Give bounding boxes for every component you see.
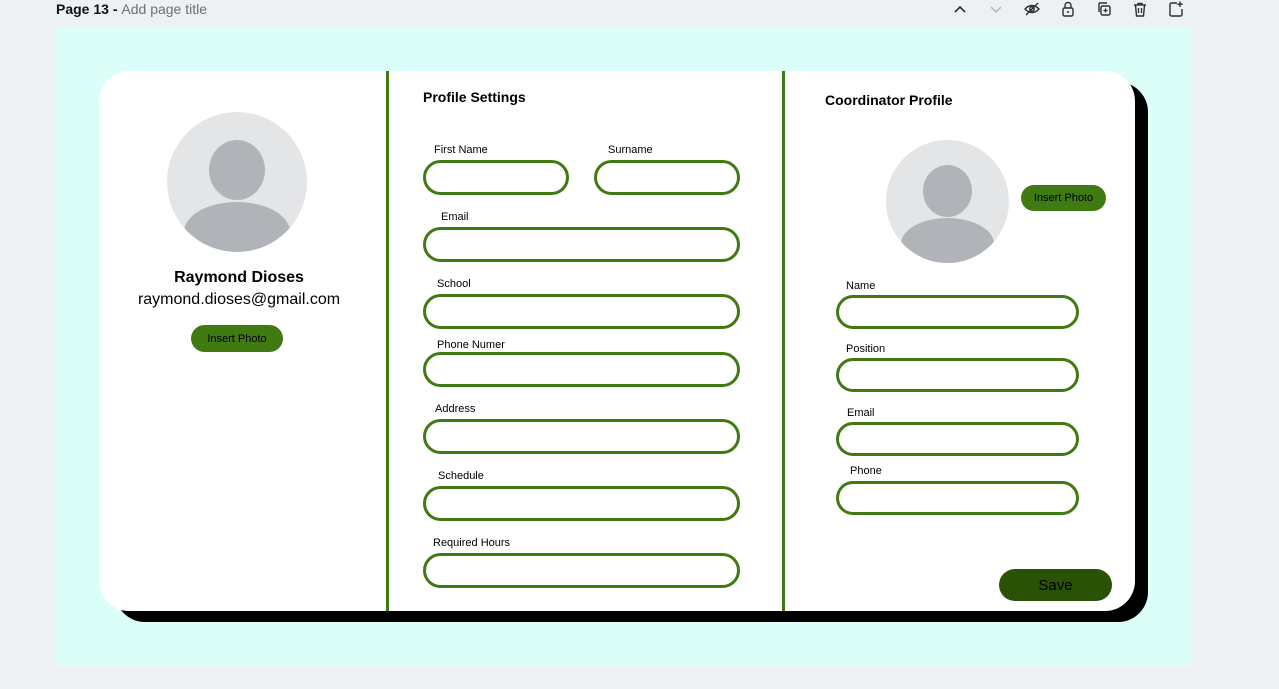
- schedule-label: Schedule: [438, 470, 484, 482]
- email-field[interactable]: [423, 227, 740, 262]
- required-hours-field[interactable]: [423, 553, 740, 588]
- avatar-body: [901, 218, 994, 263]
- coordinator-profile-heading: Coordinator Profile: [825, 92, 953, 108]
- email-label: Email: [441, 211, 469, 223]
- lock-page-button[interactable]: [1058, 0, 1078, 18]
- user-avatar: [167, 112, 307, 252]
- coordinator-email-label: Email: [847, 407, 875, 419]
- insert-photo-button[interactable]: Insert Photo: [191, 325, 283, 352]
- delete-page-button[interactable]: [1130, 0, 1150, 18]
- first-name-label: First Name: [434, 144, 488, 156]
- move-page-up-button[interactable]: [950, 0, 970, 18]
- duplicate-icon: [1098, 2, 1111, 16]
- coordinator-name-field[interactable]: [836, 295, 1079, 329]
- coordinator-name-label: Name: [846, 280, 876, 292]
- page-number: Page 13: [56, 1, 109, 17]
- avatar-body: [184, 202, 290, 252]
- coordinator-position-field[interactable]: [836, 358, 1079, 392]
- save-button[interactable]: Save: [999, 569, 1112, 601]
- page-title-input[interactable]: Add page title: [121, 1, 207, 17]
- page-title-separator: -: [108, 1, 122, 17]
- profile-settings-heading: Profile Settings: [423, 89, 526, 105]
- right-divider: [782, 71, 785, 611]
- surname-field[interactable]: [594, 160, 740, 195]
- page-header: Page 13 - Add page title: [0, 0, 1279, 22]
- delete-icon: [1134, 2, 1146, 17]
- address-label: Address: [435, 403, 476, 415]
- add-page-button[interactable]: [1166, 0, 1186, 18]
- coordinator-avatar: [886, 140, 1009, 263]
- coordinator-position-label: Position: [846, 343, 886, 355]
- duplicate-page-button[interactable]: [1094, 0, 1114, 18]
- coordinator-email-field[interactable]: [836, 422, 1079, 456]
- first-name-field[interactable]: [423, 160, 569, 195]
- school-field[interactable]: [423, 294, 740, 329]
- surname-label: Surname: [608, 144, 653, 156]
- address-field[interactable]: [423, 419, 740, 454]
- hide-page-button[interactable]: [1022, 0, 1042, 18]
- coordinator-phone-field[interactable]: [836, 481, 1079, 515]
- coordinator-phone-label: Phone: [850, 465, 882, 477]
- page-label: Page 13 - Add page title: [56, 0, 207, 18]
- chevron-down-icon: [990, 6, 1002, 14]
- school-label: School: [437, 278, 471, 290]
- move-page-down-button[interactable]: [986, 0, 1006, 18]
- phone-number-label: Phone Numer: [437, 339, 505, 351]
- user-email: raymond.dioses@gmail.com: [137, 291, 341, 308]
- avatar-head: [923, 165, 972, 217]
- coordinator-insert-photo-button[interactable]: Insert Photo: [1021, 185, 1106, 211]
- schedule-field[interactable]: [423, 486, 740, 521]
- chevron-up-icon: [954, 5, 966, 13]
- left-divider: [386, 71, 389, 611]
- add-page-icon: [1169, 1, 1183, 17]
- phone-number-field[interactable]: [423, 352, 740, 387]
- lock-icon: [1062, 1, 1074, 17]
- avatar-head: [209, 140, 265, 200]
- user-name: Raymond Dioses: [174, 269, 304, 286]
- hide-icon: [1024, 2, 1040, 16]
- required-hours-label: Required Hours: [433, 537, 511, 549]
